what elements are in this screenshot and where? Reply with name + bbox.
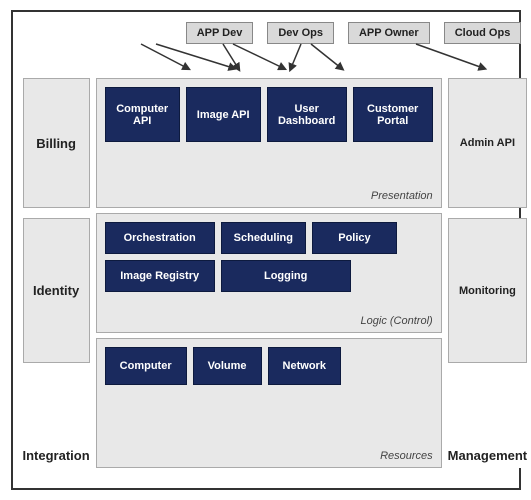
image-api-btn[interactable]: Image API: [186, 87, 261, 142]
logic-label: Logic (Control): [361, 315, 433, 327]
admin-api-box: Admin API: [448, 78, 527, 208]
presentation-row: Computer API Image API User Dashboard Cu…: [105, 87, 433, 142]
orchestration-btn[interactable]: Orchestration: [105, 222, 215, 254]
resources-row: Computer Volume Network: [105, 347, 433, 385]
integration-label: Integration: [23, 363, 90, 468]
customer-portal-btn[interactable]: Customer Portal: [353, 87, 433, 142]
identity-box: Identity: [23, 218, 90, 363]
main-area: Billing Identity Integration Computer AP…: [23, 78, 509, 468]
center-column: Computer API Image API User Dashboard Cu…: [96, 78, 442, 468]
computer-btn[interactable]: Computer: [105, 347, 187, 385]
user-dashboard-btn[interactable]: User Dashboard: [267, 87, 347, 142]
logic-panel: Orchestration Scheduling Policy Image Re…: [96, 213, 442, 333]
monitoring-box: Monitoring: [448, 218, 527, 363]
resources-label: Resources: [380, 450, 433, 462]
management-label: Management: [448, 363, 527, 468]
resources-panel: Computer Volume Network Resources: [96, 338, 442, 468]
presentation-label: Presentation: [371, 190, 433, 202]
image-registry-btn[interactable]: Image Registry: [105, 260, 215, 292]
billing-box: Billing: [23, 78, 90, 208]
right-column: Admin API Monitoring Management: [448, 78, 527, 468]
scheduling-btn[interactable]: Scheduling: [221, 222, 306, 254]
arrows-svg: [23, 22, 509, 74]
presentation-panel: Computer API Image API User Dashboard Cu…: [96, 78, 442, 208]
logic-row-2: Image Registry Logging: [105, 260, 433, 292]
left-column: Billing Identity Integration: [23, 78, 90, 468]
logging-btn[interactable]: Logging: [221, 260, 351, 292]
policy-btn[interactable]: Policy: [312, 222, 397, 254]
network-btn[interactable]: Network: [268, 347, 341, 385]
logic-row-1: Orchestration Scheduling Policy: [105, 222, 433, 254]
diagram-wrapper: APP Dev Dev Ops APP Owner Cloud Ops: [11, 10, 521, 490]
computer-api-btn[interactable]: Computer API: [105, 87, 180, 142]
volume-btn[interactable]: Volume: [193, 347, 262, 385]
